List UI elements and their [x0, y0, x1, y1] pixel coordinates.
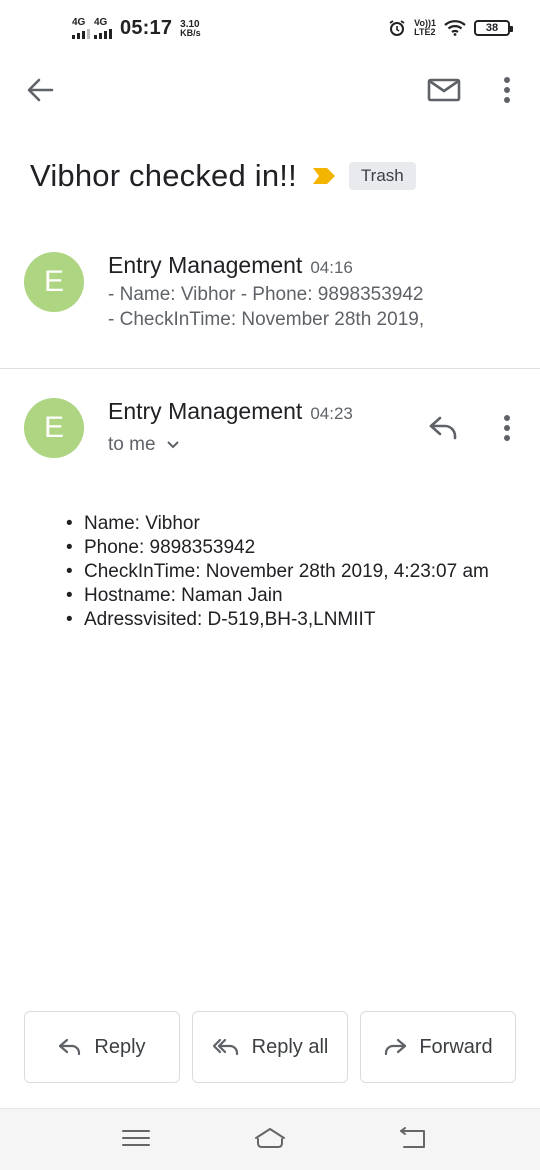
- reply-all-button[interactable]: Reply all: [192, 1011, 348, 1083]
- system-nav-bar: [0, 1108, 540, 1170]
- network-speed: 3.10 KB/s: [180, 19, 201, 38]
- battery-icon: 38: [474, 20, 513, 36]
- recipient-details-toggle[interactable]: to me: [108, 434, 180, 456]
- reply-all-icon: [212, 1038, 238, 1056]
- alarm-icon: [389, 20, 405, 36]
- toolbar: [0, 60, 540, 120]
- recents-menu-icon[interactable]: [119, 1123, 153, 1153]
- arrow-left-icon[interactable]: [22, 74, 58, 106]
- chevron-down-icon: [166, 441, 179, 449]
- speed-unit: KB/s: [180, 27, 201, 38]
- message-collapsed[interactable]: E Entry Management 04:16 - Name: Vibhor …: [0, 240, 540, 360]
- clock: 05:17: [120, 17, 173, 39]
- reply-all-label: Reply all: [251, 1035, 329, 1058]
- body-item-checkin-time: CheckInTime: November 28th 2019, 4:23:07…: [60, 560, 500, 584]
- message-time: 04:23: [310, 404, 353, 423]
- message-body: Name: Vibhor Phone: 9898353942 CheckInTi…: [60, 512, 500, 632]
- more-vert-icon[interactable]: [494, 412, 520, 444]
- body-item-address: Adressvisited: D-519,BH-3,LNMIIT: [60, 608, 500, 632]
- message-time: 04:16: [310, 258, 353, 277]
- sender-line: Entry Management 04:16: [108, 252, 353, 279]
- status-right: Vo))1 LTE2 38: [388, 19, 513, 37]
- important-marker-icon[interactable]: [311, 166, 337, 186]
- mail-icon[interactable]: [426, 74, 462, 106]
- forward-label: Forward: [419, 1035, 493, 1058]
- wifi-icon: [444, 20, 466, 36]
- status-left: 4G 4G 05:17 3.10 KB/s: [72, 17, 201, 40]
- signal-sim1: 4G: [72, 18, 90, 39]
- divider: [0, 368, 540, 369]
- more-vert-icon[interactable]: [494, 74, 520, 106]
- body-item-name: Name: Vibhor: [60, 512, 500, 536]
- signal-bars-icon: [72, 29, 90, 39]
- signal-sim2: 4G: [94, 18, 112, 39]
- avatar[interactable]: E: [24, 252, 84, 312]
- forward-icon: [385, 1038, 407, 1056]
- forward-button[interactable]: Forward: [360, 1011, 516, 1083]
- subject-row: Vibhor checked in!! Trash: [30, 158, 416, 194]
- message-snippet-line-1: - Name: Vibhor - Phone: 9898353942: [108, 284, 424, 305]
- recipient-label: to me: [108, 434, 156, 455]
- volte-bottom: LTE2: [414, 27, 436, 37]
- reply-label: Reply: [94, 1035, 146, 1058]
- body-item-phone: Phone: 9898353942: [60, 536, 500, 560]
- status-bar: 4G 4G 05:17 3.10 KB/s Vo))1 LTE2 38: [0, 0, 540, 60]
- network-type-1: 4G: [72, 17, 86, 28]
- body-item-hostname: Hostname: Naman Jain: [60, 584, 500, 608]
- message-snippet-line-2: - CheckInTime: November 28th 2019,: [108, 309, 425, 330]
- reply-button[interactable]: Reply: [24, 1011, 180, 1083]
- battery-level: 38: [485, 22, 499, 34]
- message-actions: Reply Reply all Forward: [24, 1011, 516, 1083]
- label-chip-trash[interactable]: Trash: [348, 162, 416, 190]
- sender-name: Entry Management: [108, 398, 303, 424]
- reply-icon: [59, 1038, 81, 1056]
- reply-icon[interactable]: [426, 412, 462, 442]
- signal-bars-icon: [94, 29, 112, 39]
- sender-name: Entry Management: [108, 252, 303, 278]
- email-subject: Vibhor checked in!!: [30, 158, 297, 193]
- home-icon[interactable]: [253, 1123, 287, 1153]
- avatar[interactable]: E: [24, 398, 84, 458]
- volte-indicator: Vo))1 LTE2: [414, 19, 436, 37]
- back-nav-icon[interactable]: [395, 1123, 429, 1153]
- network-type-2: 4G: [94, 17, 108, 28]
- sender-line: Entry Management 04:23: [108, 398, 353, 425]
- message-expanded: E Entry Management 04:23 to me: [0, 386, 540, 486]
